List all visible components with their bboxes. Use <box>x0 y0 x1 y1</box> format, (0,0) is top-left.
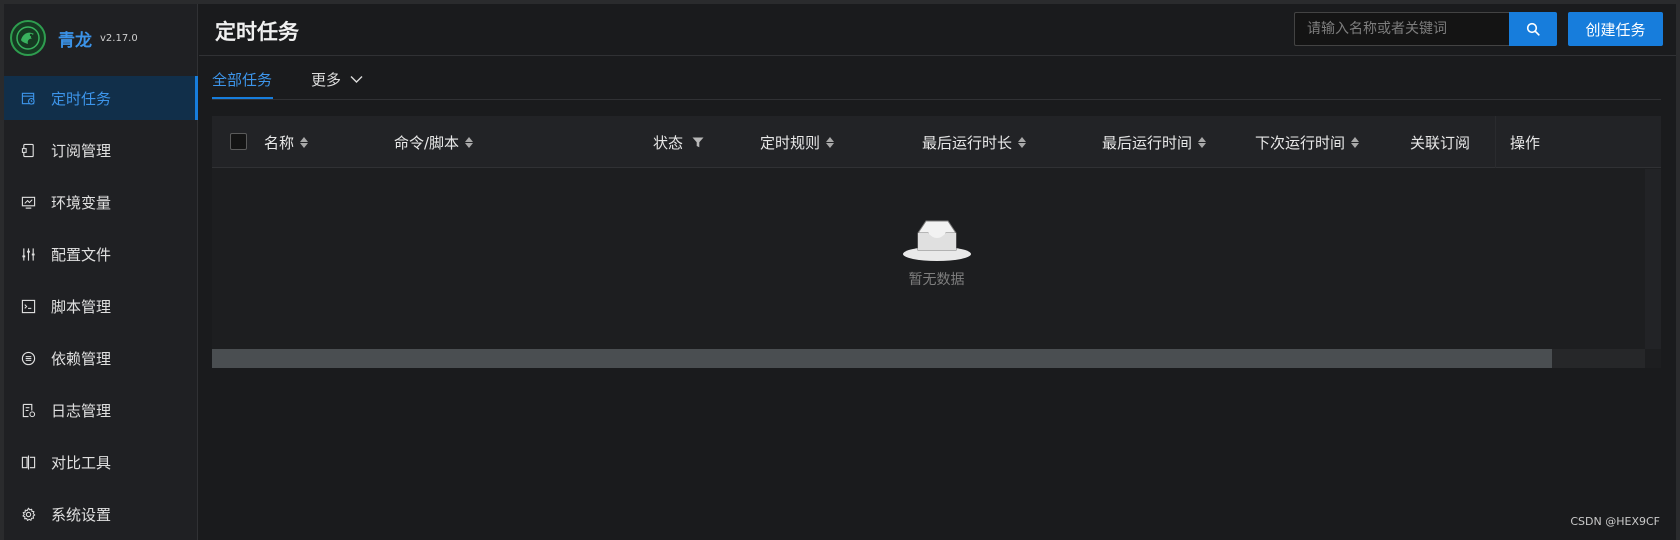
main-content: 定时任务 创建任务 全部任务 更多 <box>199 4 1676 540</box>
column-label: 定时规则 <box>760 134 821 152</box>
column-header-command[interactable]: 命令/脚本 <box>394 132 474 153</box>
column-header-last-run[interactable]: 最后运行时间 <box>1102 132 1207 153</box>
sidebar-item-label: 日志管理 <box>51 401 112 420</box>
search-icon <box>1526 22 1540 36</box>
subscription-icon <box>20 142 36 158</box>
column-header-subscription: 关联订阅 <box>1410 132 1470 153</box>
sidebar-item-label: 依赖管理 <box>51 349 112 368</box>
tab-all-tasks[interactable]: 全部任务 <box>212 69 272 90</box>
vertical-scrollbar[interactable] <box>1645 169 1661 349</box>
select-all-checkbox[interactable] <box>230 133 247 150</box>
column-label: 最后运行时间 <box>1102 134 1193 152</box>
sliders-icon <box>20 246 36 262</box>
sidebar-item-label: 订阅管理 <box>51 141 112 160</box>
code-file-icon <box>20 298 36 314</box>
sidebar: 青龙 v2.17.0 定时任务 订阅管理 环境变量 配置文件 脚本管理 依赖管理… <box>4 4 198 540</box>
sort-icon <box>1198 137 1207 148</box>
sort-icon <box>465 137 474 148</box>
sort-icon <box>1351 137 1360 148</box>
sort-icon <box>826 137 835 148</box>
qinglong-logo-icon <box>10 20 46 56</box>
sort-icon <box>1018 137 1027 148</box>
horizontal-scrollbar[interactable] <box>212 349 1645 368</box>
calendar-clock-icon <box>20 90 36 106</box>
tab-label: 更多 <box>311 71 342 89</box>
sidebar-item-label: 配置文件 <box>51 245 112 264</box>
sidebar-item-cron[interactable]: 定时任务 <box>4 76 198 120</box>
search-box <box>1294 12 1557 46</box>
tabs-divider <box>212 99 1661 100</box>
sidebar-item-diff[interactable]: 对比工具 <box>4 440 198 484</box>
sidebar-item-scripts[interactable]: 脚本管理 <box>4 284 198 328</box>
list-circle-icon <box>20 350 36 366</box>
create-task-button[interactable]: 创建任务 <box>1568 12 1663 46</box>
empty-inbox-icon <box>902 217 972 263</box>
gear-icon <box>20 506 36 522</box>
column-header-status[interactable]: 状态 <box>653 132 704 153</box>
page-title: 定时任务 <box>215 20 299 44</box>
sidebar-item-subscriptions[interactable]: 订阅管理 <box>4 128 198 172</box>
watermark: CSDN @HEX9CF <box>1570 515 1660 528</box>
log-file-icon <box>20 402 36 418</box>
brand[interactable]: 青龙 v2.17.0 <box>10 18 138 58</box>
sort-icon <box>300 137 309 148</box>
tab-more[interactable]: 更多 <box>311 69 363 90</box>
table-header: 名称 命令/脚本 状态 定时规则 最后运行时长 最后运行时间 下次运行时间 关联… <box>212 116 1661 168</box>
column-label: 最后运行时长 <box>922 134 1013 152</box>
sidebar-item-logs[interactable]: 日志管理 <box>4 388 198 432</box>
task-table: 名称 命令/脚本 状态 定时规则 最后运行时长 最后运行时间 下次运行时间 关联… <box>212 116 1661 368</box>
empty-state: 暂无数据 <box>212 217 1661 289</box>
column-label: 名称 <box>264 134 295 152</box>
sidebar-item-config[interactable]: 配置文件 <box>4 232 198 276</box>
horizontal-scrollbar-thumb[interactable] <box>212 349 1552 368</box>
search-button[interactable] <box>1509 12 1557 46</box>
column-label: 下次运行时间 <box>1255 134 1346 152</box>
sidebar-item-settings[interactable]: 系统设置 <box>4 492 198 536</box>
column-header-last-duration[interactable]: 最后运行时长 <box>922 132 1027 153</box>
sidebar-item-label: 对比工具 <box>51 453 112 472</box>
chevron-down-icon <box>350 75 363 84</box>
brand-version: v2.17.0 <box>100 32 138 44</box>
page-header: 定时任务 创建任务 <box>199 4 1676 56</box>
column-header-actions: 操作 <box>1510 132 1540 153</box>
sidebar-item-label: 定时任务 <box>51 89 112 108</box>
column-label: 命令/脚本 <box>394 134 460 152</box>
app-window: 青龙 v2.17.0 定时任务 订阅管理 环境变量 配置文件 脚本管理 依赖管理… <box>4 4 1676 540</box>
tab-label: 全部任务 <box>212 71 273 89</box>
column-label: 关联订阅 <box>1410 134 1471 152</box>
sidebar-menu: 定时任务 订阅管理 环境变量 配置文件 脚本管理 依赖管理 日志管理 对比工具 … <box>4 76 198 540</box>
fixed-column-divider <box>1495 116 1496 168</box>
sidebar-item-label: 环境变量 <box>51 193 112 212</box>
column-label: 状态 <box>653 134 684 152</box>
sidebar-item-env[interactable]: 环境变量 <box>4 180 198 224</box>
table-body: 暂无数据 <box>212 169 1661 349</box>
brand-name: 青龙 <box>58 30 92 51</box>
column-header-name[interactable]: 名称 <box>264 132 309 153</box>
search-input[interactable] <box>1294 12 1509 46</box>
sidebar-item-label: 脚本管理 <box>51 297 112 316</box>
monitor-icon <box>20 194 36 210</box>
sidebar-item-label: 系统设置 <box>51 505 112 524</box>
column-header-next-run[interactable]: 下次运行时间 <box>1255 132 1360 153</box>
column-header-schedule[interactable]: 定时规则 <box>760 132 835 153</box>
column-label: 操作 <box>1510 134 1541 152</box>
task-tabs: 全部任务 更多 <box>199 57 1676 101</box>
diff-icon <box>20 454 36 470</box>
empty-text: 暂无数据 <box>908 272 965 288</box>
sidebar-item-dependencies[interactable]: 依赖管理 <box>4 336 198 380</box>
filter-icon[interactable] <box>692 137 704 148</box>
